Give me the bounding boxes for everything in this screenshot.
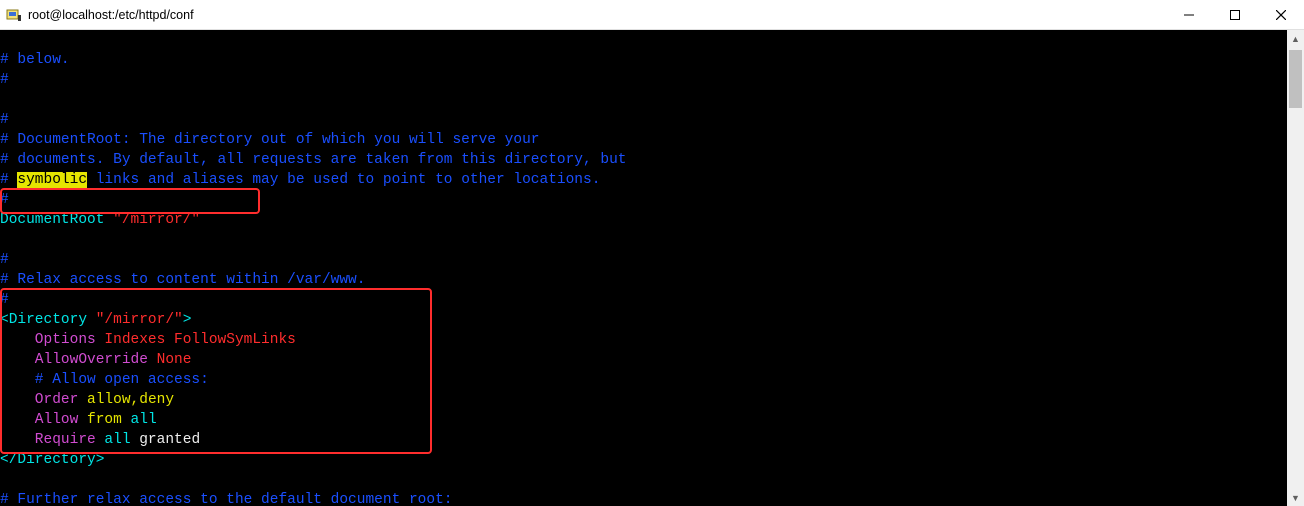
scroll-thumb[interactable] <box>1289 50 1302 108</box>
code-token: all <box>122 412 157 428</box>
vertical-scrollbar[interactable]: ▲ ▼ <box>1287 30 1304 506</box>
code-token: </Directory> <box>0 452 104 468</box>
highlight-token: symbolic <box>17 172 87 188</box>
code-line: # Further relax access to the default do… <box>0 492 452 506</box>
close-button[interactable] <box>1258 0 1304 30</box>
code-line: links and aliases may be used to point t… <box>87 172 600 188</box>
code-line: # <box>0 292 9 308</box>
code-token: from <box>78 412 122 428</box>
code-token: Order <box>0 392 78 408</box>
annotation-box <box>0 188 260 214</box>
scroll-down-arrow-icon[interactable]: ▼ <box>1287 489 1304 506</box>
code-token: allow,deny <box>78 392 174 408</box>
code-token: <Directory <box>0 312 87 328</box>
window-titlebar: root@localhost:/etc/httpd/conf <box>0 0 1304 30</box>
code-token: "/mirror/" <box>87 312 183 328</box>
code-line: # DocumentRoot: The directory out of whi… <box>0 132 540 148</box>
code-line: # <box>0 172 17 188</box>
code-token: all <box>96 432 131 448</box>
code-line: # <box>0 192 9 208</box>
code-line: # Relax access to content within /var/ww… <box>0 272 365 288</box>
code-token: Options <box>0 332 96 348</box>
code-line: # <box>0 252 9 268</box>
code-token: DocumentRoot <box>0 212 104 228</box>
maximize-button[interactable] <box>1212 0 1258 30</box>
minimize-button[interactable] <box>1166 0 1212 30</box>
terminal[interactable]: # below. # # # DocumentRoot: The directo… <box>0 30 1287 506</box>
code-line: # documents. By default, all requests ar… <box>0 152 627 168</box>
window-controls <box>1166 0 1304 30</box>
window-title: root@localhost:/etc/httpd/conf <box>28 8 194 22</box>
code-token: Require <box>0 432 96 448</box>
code-line: # below. <box>0 52 70 68</box>
code-token: "/mirror/" <box>104 212 200 228</box>
code-token: AllowOverride <box>0 352 148 368</box>
scroll-up-arrow-icon[interactable]: ▲ <box>1287 30 1304 47</box>
terminal-container: # below. # # # DocumentRoot: The directo… <box>0 30 1304 506</box>
code-token: > <box>183 312 192 328</box>
code-token: Indexes FollowSymLinks <box>96 332 296 348</box>
code-line: # <box>0 112 9 128</box>
code-token: granted <box>131 432 201 448</box>
code-line: # Allow open access: <box>0 372 209 388</box>
putty-icon <box>6 7 22 23</box>
code-token: None <box>148 352 192 368</box>
code-token: Allow <box>0 412 78 428</box>
code-line: # <box>0 72 9 88</box>
